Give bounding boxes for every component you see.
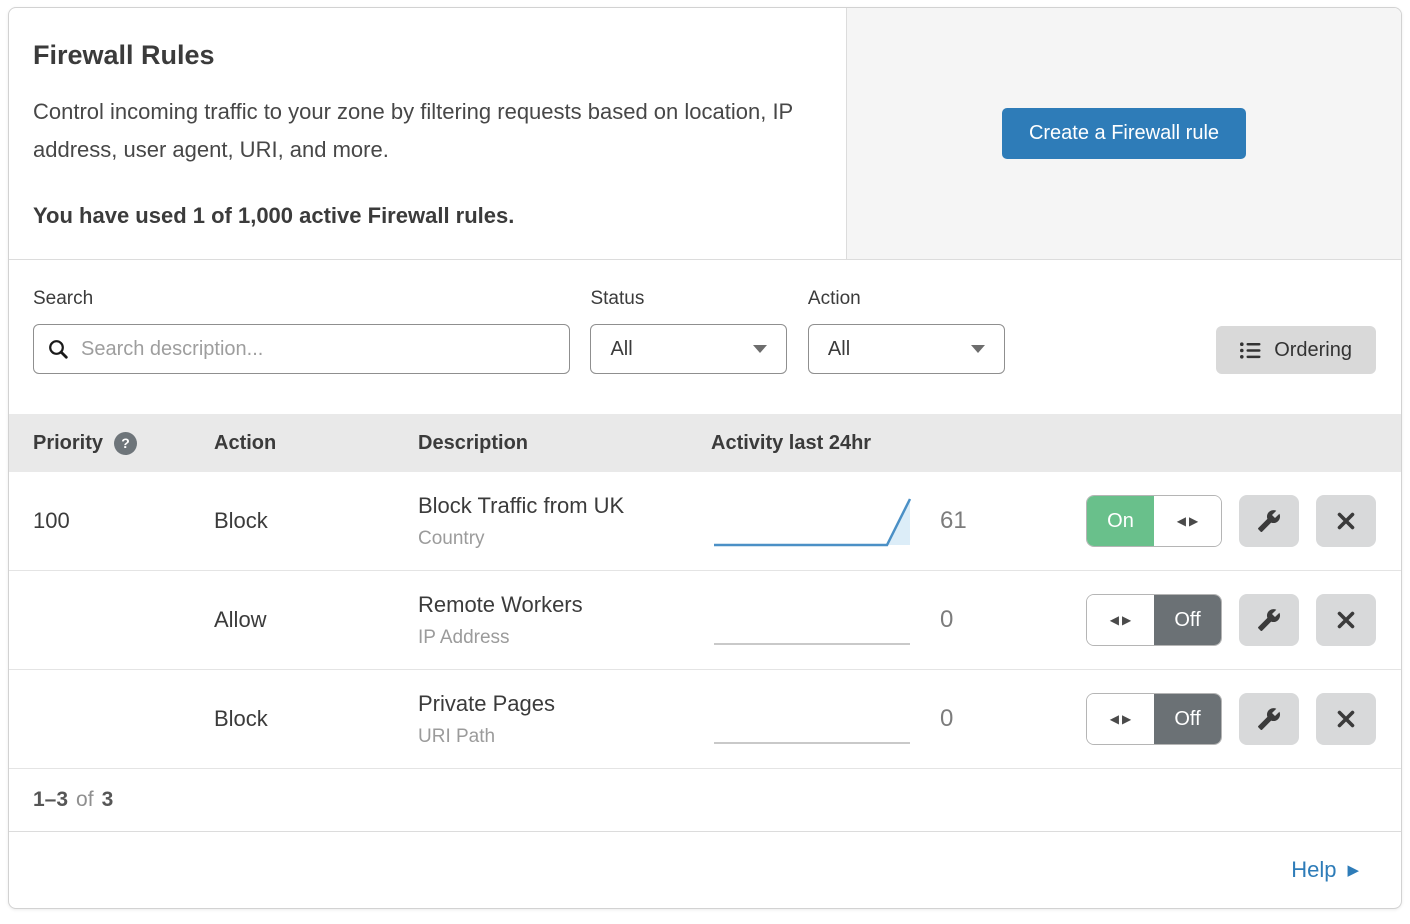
- rule-activity-cell: 0: [711, 688, 1086, 750]
- rule-description: Private Pages: [418, 691, 711, 717]
- action-select[interactable]: All: [808, 324, 1005, 374]
- rule-description-cell: Block Traffic from UK Country: [418, 493, 711, 550]
- help-link[interactable]: Help ▶: [1291, 857, 1359, 883]
- delete-rule-button[interactable]: [1316, 693, 1376, 745]
- activity-sparkline: [711, 589, 916, 651]
- rule-action: Block: [214, 508, 418, 534]
- edit-rule-button[interactable]: [1239, 693, 1299, 745]
- column-header-priority: Priority ?: [9, 432, 214, 455]
- column-header-description: Description: [418, 432, 711, 455]
- header-section: Firewall Rules Control incoming traffic …: [9, 8, 1401, 260]
- header-text-block: Firewall Rules Control incoming traffic …: [9, 8, 846, 259]
- status-filter-group: Status All: [590, 288, 787, 374]
- action-filter-group: Action All: [808, 288, 1005, 374]
- rule-enabled-toggle[interactable]: On ◀▶: [1086, 495, 1222, 547]
- toggle-handle: ◀▶: [1154, 496, 1221, 546]
- usage-note: You have used 1 of 1,000 active Firewall…: [33, 203, 816, 229]
- rule-action: Allow: [214, 607, 418, 633]
- column-header-activity: Activity last 24hr: [711, 432, 1086, 455]
- list-ordering-icon: [1240, 342, 1261, 359]
- toggle-on-label: On: [1087, 496, 1154, 546]
- rule-activity-cell: 0: [711, 589, 1086, 651]
- search-icon: [47, 338, 69, 360]
- help-bar: Help ▶: [9, 832, 1401, 908]
- pagination-total: 3: [102, 788, 114, 812]
- close-icon: [1335, 510, 1357, 532]
- table-row: Block Private Pages URI Path 0 ◀▶ Off: [9, 670, 1401, 769]
- firewall-rules-card: Firewall Rules Control incoming traffic …: [8, 7, 1402, 909]
- wrench-icon: [1257, 509, 1281, 533]
- toggle-handle: ◀▶: [1087, 595, 1154, 645]
- filters-bar: Search Status All Action All: [9, 260, 1401, 414]
- status-label: Status: [590, 288, 787, 310]
- rule-activity-cell: 61: [711, 490, 1086, 552]
- ordering-button-label: Ordering: [1274, 339, 1352, 362]
- chevron-down-icon: [753, 345, 767, 353]
- table-row: 100 Block Block Traffic from UK Country …: [9, 472, 1401, 571]
- delete-rule-button[interactable]: [1316, 594, 1376, 646]
- column-header-action: Action: [214, 432, 418, 455]
- toggle-arrows-icon: ◀▶: [1107, 712, 1134, 726]
- rule-enabled-toggle[interactable]: ◀▶ Off: [1086, 594, 1222, 646]
- activity-count: 0: [940, 705, 953, 733]
- wrench-icon: [1257, 707, 1281, 731]
- chevron-down-icon: [971, 345, 985, 353]
- rule-description: Block Traffic from UK: [418, 493, 711, 519]
- rule-controls: On ◀▶: [1086, 495, 1401, 547]
- action-label: Action: [808, 288, 1005, 310]
- rule-description-cell: Remote Workers IP Address: [418, 592, 711, 649]
- close-icon: [1335, 708, 1357, 730]
- edit-rule-button[interactable]: [1239, 594, 1299, 646]
- toggle-off-label: Off: [1154, 694, 1221, 744]
- ordering-button[interactable]: Ordering: [1216, 326, 1376, 374]
- delete-rule-button[interactable]: [1316, 495, 1376, 547]
- pagination-bar: 1–3 of 3: [9, 769, 1401, 832]
- arrow-right-icon: ▶: [1347, 863, 1359, 878]
- table-row: Allow Remote Workers IP Address 0 ◀▶ Off: [9, 571, 1401, 670]
- search-filter-group: Search: [33, 288, 570, 374]
- toggle-arrows-icon: ◀▶: [1174, 514, 1201, 528]
- search-label: Search: [33, 288, 570, 310]
- search-box[interactable]: [33, 324, 570, 374]
- priority-header-label: Priority: [33, 432, 103, 455]
- status-selected-value: All: [610, 338, 632, 361]
- rule-priority: 100: [9, 508, 214, 534]
- rule-controls: ◀▶ Off: [1086, 693, 1401, 745]
- edit-rule-button[interactable]: [1239, 495, 1299, 547]
- wrench-icon: [1257, 608, 1281, 632]
- table-header-row: Priority ? Action Description Activity l…: [9, 414, 1401, 472]
- toggle-handle: ◀▶: [1087, 694, 1154, 744]
- activity-sparkline: [711, 688, 916, 750]
- action-selected-value: All: [828, 338, 850, 361]
- rule-match-type: URI Path: [418, 726, 711, 748]
- close-icon: [1335, 609, 1357, 631]
- activity-sparkline: [711, 490, 916, 552]
- toggle-off-label: Off: [1154, 595, 1221, 645]
- rule-enabled-toggle[interactable]: ◀▶ Off: [1086, 693, 1222, 745]
- toggle-arrows-icon: ◀▶: [1107, 613, 1134, 627]
- rule-action: Block: [214, 706, 418, 732]
- status-select[interactable]: All: [590, 324, 787, 374]
- page-description: Control incoming traffic to your zone by…: [33, 93, 803, 169]
- activity-count: 0: [940, 606, 953, 634]
- rule-description-cell: Private Pages URI Path: [418, 691, 711, 748]
- create-firewall-rule-button[interactable]: Create a Firewall rule: [1002, 108, 1246, 159]
- rule-match-type: IP Address: [418, 627, 711, 649]
- page-title: Firewall Rules: [33, 40, 816, 71]
- pagination-of: of: [76, 788, 94, 812]
- search-input[interactable]: [79, 337, 556, 362]
- priority-help-icon[interactable]: ?: [114, 432, 137, 455]
- rule-description: Remote Workers: [418, 592, 711, 618]
- pagination-range: 1–3: [33, 788, 68, 812]
- header-action-panel: Create a Firewall rule: [846, 8, 1401, 259]
- help-link-label: Help: [1291, 857, 1336, 883]
- activity-count: 61: [940, 507, 967, 535]
- rule-controls: ◀▶ Off: [1086, 594, 1401, 646]
- rule-match-type: Country: [418, 528, 711, 550]
